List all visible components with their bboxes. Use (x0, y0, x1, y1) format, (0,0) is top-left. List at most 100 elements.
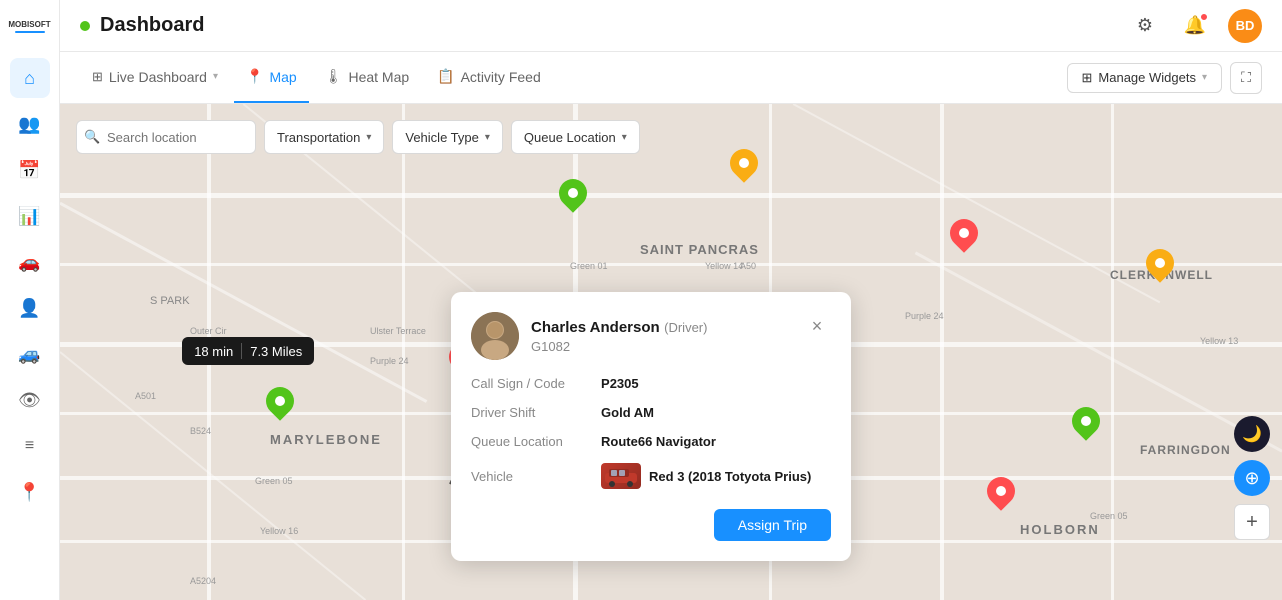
driver-id: G1082 (531, 339, 707, 354)
chevron-down-icon: ▾ (485, 132, 490, 143)
analytics-icon: 📊 (18, 206, 40, 227)
notification-badge (1200, 13, 1208, 21)
sidebar-item-home[interactable]: ⌂ (10, 58, 50, 98)
logo-text: MOBISOFT (8, 21, 50, 29)
map-marker-red2[interactable] (987, 477, 1015, 511)
widgets-icon: ⊞ (1082, 70, 1093, 86)
list-icon: ≡ (25, 437, 34, 455)
vehicle-thumbnail (601, 463, 641, 489)
svg-text:SAINT PANCRAS: SAINT PANCRAS (640, 242, 759, 257)
map-marker-red1[interactable] (950, 219, 978, 253)
tab-heat-map[interactable]: 🌡 Heat Map (313, 52, 421, 103)
popup-row-vehicle: Vehicle (471, 463, 831, 489)
queue-location-filter[interactable]: Queue Location ▾ (511, 120, 640, 154)
svg-text:MARYLEBONE: MARYLEBONE (270, 432, 382, 447)
activity-icon: 📋 (437, 68, 454, 85)
gear-icon: ⚙ (1137, 15, 1153, 36)
header-left: Dashboard (80, 14, 204, 37)
plus-icon: + (1246, 511, 1258, 534)
dark-mode-button[interactable]: 🌙 (1234, 416, 1270, 452)
header: Dashboard ⚙ 🔔 BD (60, 0, 1282, 52)
location-icon: 📍 (18, 482, 40, 503)
driver-info: Charles Anderson (Driver) G1082 (471, 312, 707, 360)
vehicle-value: Red 3 (2018 Totyota Prius) (601, 463, 811, 489)
moon-icon: 🌙 (1242, 424, 1262, 444)
notification-button[interactable]: 🔔 (1178, 9, 1212, 43)
driver-popup-card: Charles Anderson (Driver) G1082 × Call S… (451, 292, 851, 561)
popup-details: Call Sign / Code P2305 Driver Shift Gold… (471, 376, 831, 489)
popup-row-shift: Driver Shift Gold AM (471, 405, 831, 420)
car-icon: 🚗 (18, 252, 40, 273)
transportation-filter[interactable]: Transportation ▾ (264, 120, 384, 154)
tab-list: ⊞ Live Dashboard ▾ 📍 Map 🌡 Heat Map 📋 Ac… (80, 52, 553, 103)
page-title: Dashboard (100, 14, 204, 37)
map-container: S PARK MARYLEBONE SAINT PANCRAS CLERKENW… (60, 104, 1282, 600)
header-right: ⚙ 🔔 BD (1128, 9, 1262, 43)
map-marker-yellow1[interactable] (730, 149, 758, 183)
driver-name-block: Charles Anderson (Driver) G1082 (531, 319, 707, 354)
users-icon: 👥 (18, 114, 40, 135)
vehicle-type-filter[interactable]: Vehicle Type ▾ (392, 120, 503, 154)
main-content: Dashboard ⚙ 🔔 BD ⊞ Live Dashboard ▾ (60, 0, 1282, 600)
map-marker-green1[interactable] (559, 179, 587, 213)
svg-text:HOLBORN: HOLBORN (1020, 522, 1100, 537)
sidebar-item-users[interactable]: 👥 (10, 104, 50, 144)
sidebar-item-car[interactable]: 🚗 (10, 242, 50, 282)
svg-text:Green 05: Green 05 (1090, 511, 1128, 521)
tab-bar: ⊞ Live Dashboard ▾ 📍 Map 🌡 Heat Map 📋 Ac… (60, 52, 1282, 104)
eye-icon: 👁 (18, 390, 41, 411)
crosshair-icon: ⊕ (1244, 468, 1259, 489)
distance-badge: 18 min 7.3 Miles (182, 337, 314, 365)
tab-live-dashboard[interactable]: ⊞ Live Dashboard ▾ (80, 52, 230, 103)
driver-avatar (471, 312, 519, 360)
driver-full-name: Charles Anderson (Driver) (531, 319, 707, 337)
vehicle-icon: 🚙 (18, 344, 40, 365)
grid-icon: ⊞ (92, 69, 103, 85)
popup-close-button[interactable]: × (803, 312, 831, 340)
manage-widgets-button[interactable]: ⊞ Manage Widgets ▾ (1067, 63, 1223, 93)
map-right-controls: 🌙 ⊕ + (1234, 416, 1270, 540)
sidebar-item-list[interactable]: ≡ (10, 426, 50, 466)
svg-text:A5204: A5204 (190, 576, 216, 586)
sidebar-logo: MOBISOFT (10, 10, 50, 46)
search-icon: 🔍 (84, 129, 100, 145)
chevron-down-icon: ▾ (1202, 72, 1207, 83)
map-marker-green3[interactable] (1072, 407, 1100, 441)
map-marker-green2[interactable] (266, 387, 294, 421)
map-marker-yellow2[interactable] (1146, 249, 1174, 283)
chevron-down-icon: ▾ (213, 71, 218, 82)
svg-text:A501: A501 (135, 391, 156, 401)
settings-button[interactable]: ⚙ (1128, 9, 1162, 43)
user-avatar[interactable]: BD (1228, 9, 1262, 43)
distance-time: 18 min (194, 344, 233, 359)
sidebar-nav: ⌂ 👥 📅 📊 🚗 👤 🚙 👁 ≡ (10, 58, 50, 590)
search-location-wrap: 🔍 (76, 120, 256, 154)
sidebar-item-vehicle[interactable]: 🚙 (10, 334, 50, 374)
location-button[interactable]: ⊕ (1234, 460, 1270, 496)
status-dot (80, 21, 90, 31)
person-icon: 👤 (18, 298, 40, 319)
tab-map[interactable]: 📍 Map (234, 52, 309, 103)
chevron-down-icon: ▾ (366, 132, 371, 143)
fullscreen-button[interactable]: ⛶ (1230, 62, 1262, 94)
svg-text:Purple 24: Purple 24 (905, 311, 944, 321)
tab-activity-feed[interactable]: 📋 Activity Feed (425, 52, 553, 103)
assign-trip-button[interactable]: Assign Trip (714, 509, 831, 541)
sidebar-item-person[interactable]: 👤 (10, 288, 50, 328)
sidebar-item-analytics[interactable]: 📊 (10, 196, 50, 236)
chevron-down-icon: ▾ (622, 132, 627, 143)
distance-divider (241, 343, 242, 359)
search-location-input[interactable] (76, 120, 256, 154)
popup-row-callsign: Call Sign / Code P2305 (471, 376, 831, 391)
sidebar-item-eye[interactable]: 👁 (10, 380, 50, 420)
svg-text:Ulster Terrace: Ulster Terrace (370, 326, 426, 336)
sidebar-item-calendar[interactable]: 📅 (10, 150, 50, 190)
map-pin-icon: 📍 (246, 68, 263, 85)
svg-text:S PARK: S PARK (150, 295, 190, 307)
sidebar-item-location[interactable]: 📍 (10, 472, 50, 512)
zoom-in-button[interactable]: + (1234, 504, 1270, 540)
fullscreen-icon: ⛶ (1241, 69, 1251, 86)
tab-right-actions: ⊞ Manage Widgets ▾ ⛶ (1067, 62, 1263, 94)
popup-row-queue: Queue Location Route66 Navigator (471, 434, 831, 449)
map-toolbar: 🔍 Transportation ▾ Vehicle Type ▾ Queue … (76, 120, 640, 154)
